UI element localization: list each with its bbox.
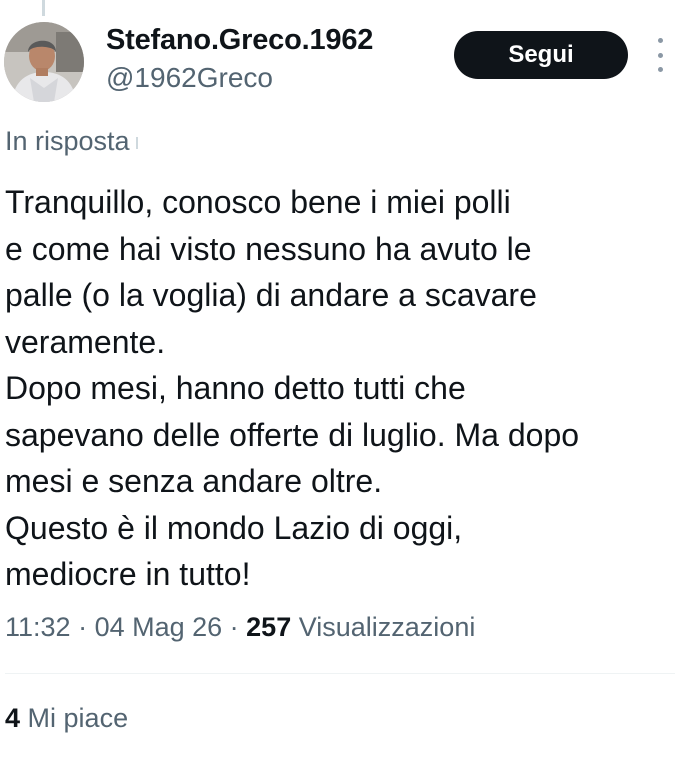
tweet-line: Dopo mesi, hanno detto tutti che xyxy=(5,370,466,406)
tweet-line: sapevano delle offerte di luglio. Ma dop… xyxy=(5,416,580,453)
more-options-icon[interactable] xyxy=(648,38,672,72)
likes-label: Mi piace xyxy=(27,703,129,733)
tweet-text: Tranquillo, conosco bene i miei polli e … xyxy=(5,179,695,598)
more-dot xyxy=(657,52,663,58)
tweet-line: palle (o la voglia) di andare a scavare xyxy=(5,277,537,313)
tweet-line: e come hai visto nessuno ha avuto le xyxy=(5,230,532,267)
profile-photo xyxy=(4,22,84,102)
meta-separator: · xyxy=(222,612,247,642)
thread-connector-line xyxy=(42,0,45,16)
author-handle[interactable]: @1962Greco xyxy=(106,62,273,94)
tweet-line: mediocre in tutto! xyxy=(5,556,251,592)
reply-tick xyxy=(135,136,138,149)
tweet-line: Questo è il mondo Lazio di oggi, xyxy=(5,509,463,546)
tweet-date[interactable]: 04 Mag 26 xyxy=(95,612,223,642)
tweet-line: Tranquillo, conosco bene i miei polli xyxy=(5,184,511,220)
tweet-line: mesi e senza andare oltre. xyxy=(5,463,383,499)
follow-button[interactable]: Segui xyxy=(454,31,628,79)
tweet-time[interactable]: 11:32 xyxy=(5,612,71,642)
views-count[interactable]: 257 xyxy=(246,612,291,642)
reply-context-label: In risposta xyxy=(5,126,130,156)
divider xyxy=(5,673,675,674)
more-dot xyxy=(657,67,663,72)
tweet-meta: 11:32 · 04 Mag 26 · 257 Visualizzazioni xyxy=(5,612,475,643)
meta-separator: · xyxy=(70,612,95,642)
reply-context[interactable]: In risposta xyxy=(5,126,138,157)
tweet-line: veramente. xyxy=(5,323,166,360)
likes-count: 4 xyxy=(5,703,21,733)
views-label[interactable]: Visualizzazioni xyxy=(299,612,476,642)
author-display-name[interactable]: Stefano.Greco.1962 xyxy=(106,24,373,57)
author-avatar[interactable] xyxy=(4,22,84,102)
likes-summary[interactable]: 4 Mi piace xyxy=(5,703,128,734)
more-dot xyxy=(657,38,663,43)
